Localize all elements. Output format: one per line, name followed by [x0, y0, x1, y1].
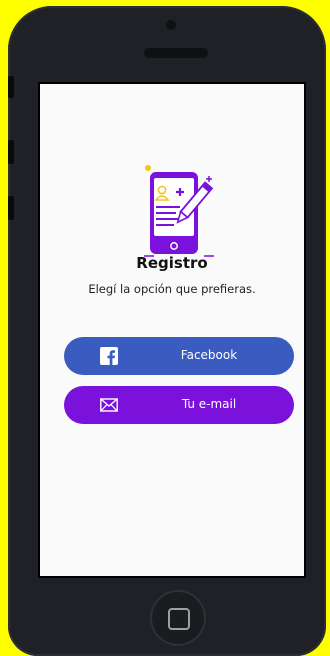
phone-profile-edit-illustration [144, 165, 214, 257]
home-button-icon [168, 608, 190, 630]
page-title: Registro [136, 254, 208, 272]
phone-frame: Registro Elegí la opción que prefieras. … [8, 6, 326, 656]
front-camera [166, 20, 176, 30]
home-button[interactable] [150, 590, 206, 646]
email-login-button[interactable]: Tu e-mail [64, 386, 294, 424]
mute-switch [8, 76, 14, 98]
facebook-button-label: Facebook [180, 348, 238, 362]
facebook-login-button[interactable]: Facebook [64, 337, 294, 375]
volume-up-button [8, 140, 14, 164]
facebook-icon [100, 347, 118, 365]
app-screen: Registro Elegí la opción que prefieras. … [38, 82, 306, 578]
mail-icon [100, 398, 118, 412]
page-subtitle: Elegí la opción que prefieras. [88, 282, 256, 296]
email-button-label: Tu e-mail [181, 397, 237, 411]
earpiece-speaker [144, 48, 208, 58]
volume-down-button [8, 196, 14, 220]
